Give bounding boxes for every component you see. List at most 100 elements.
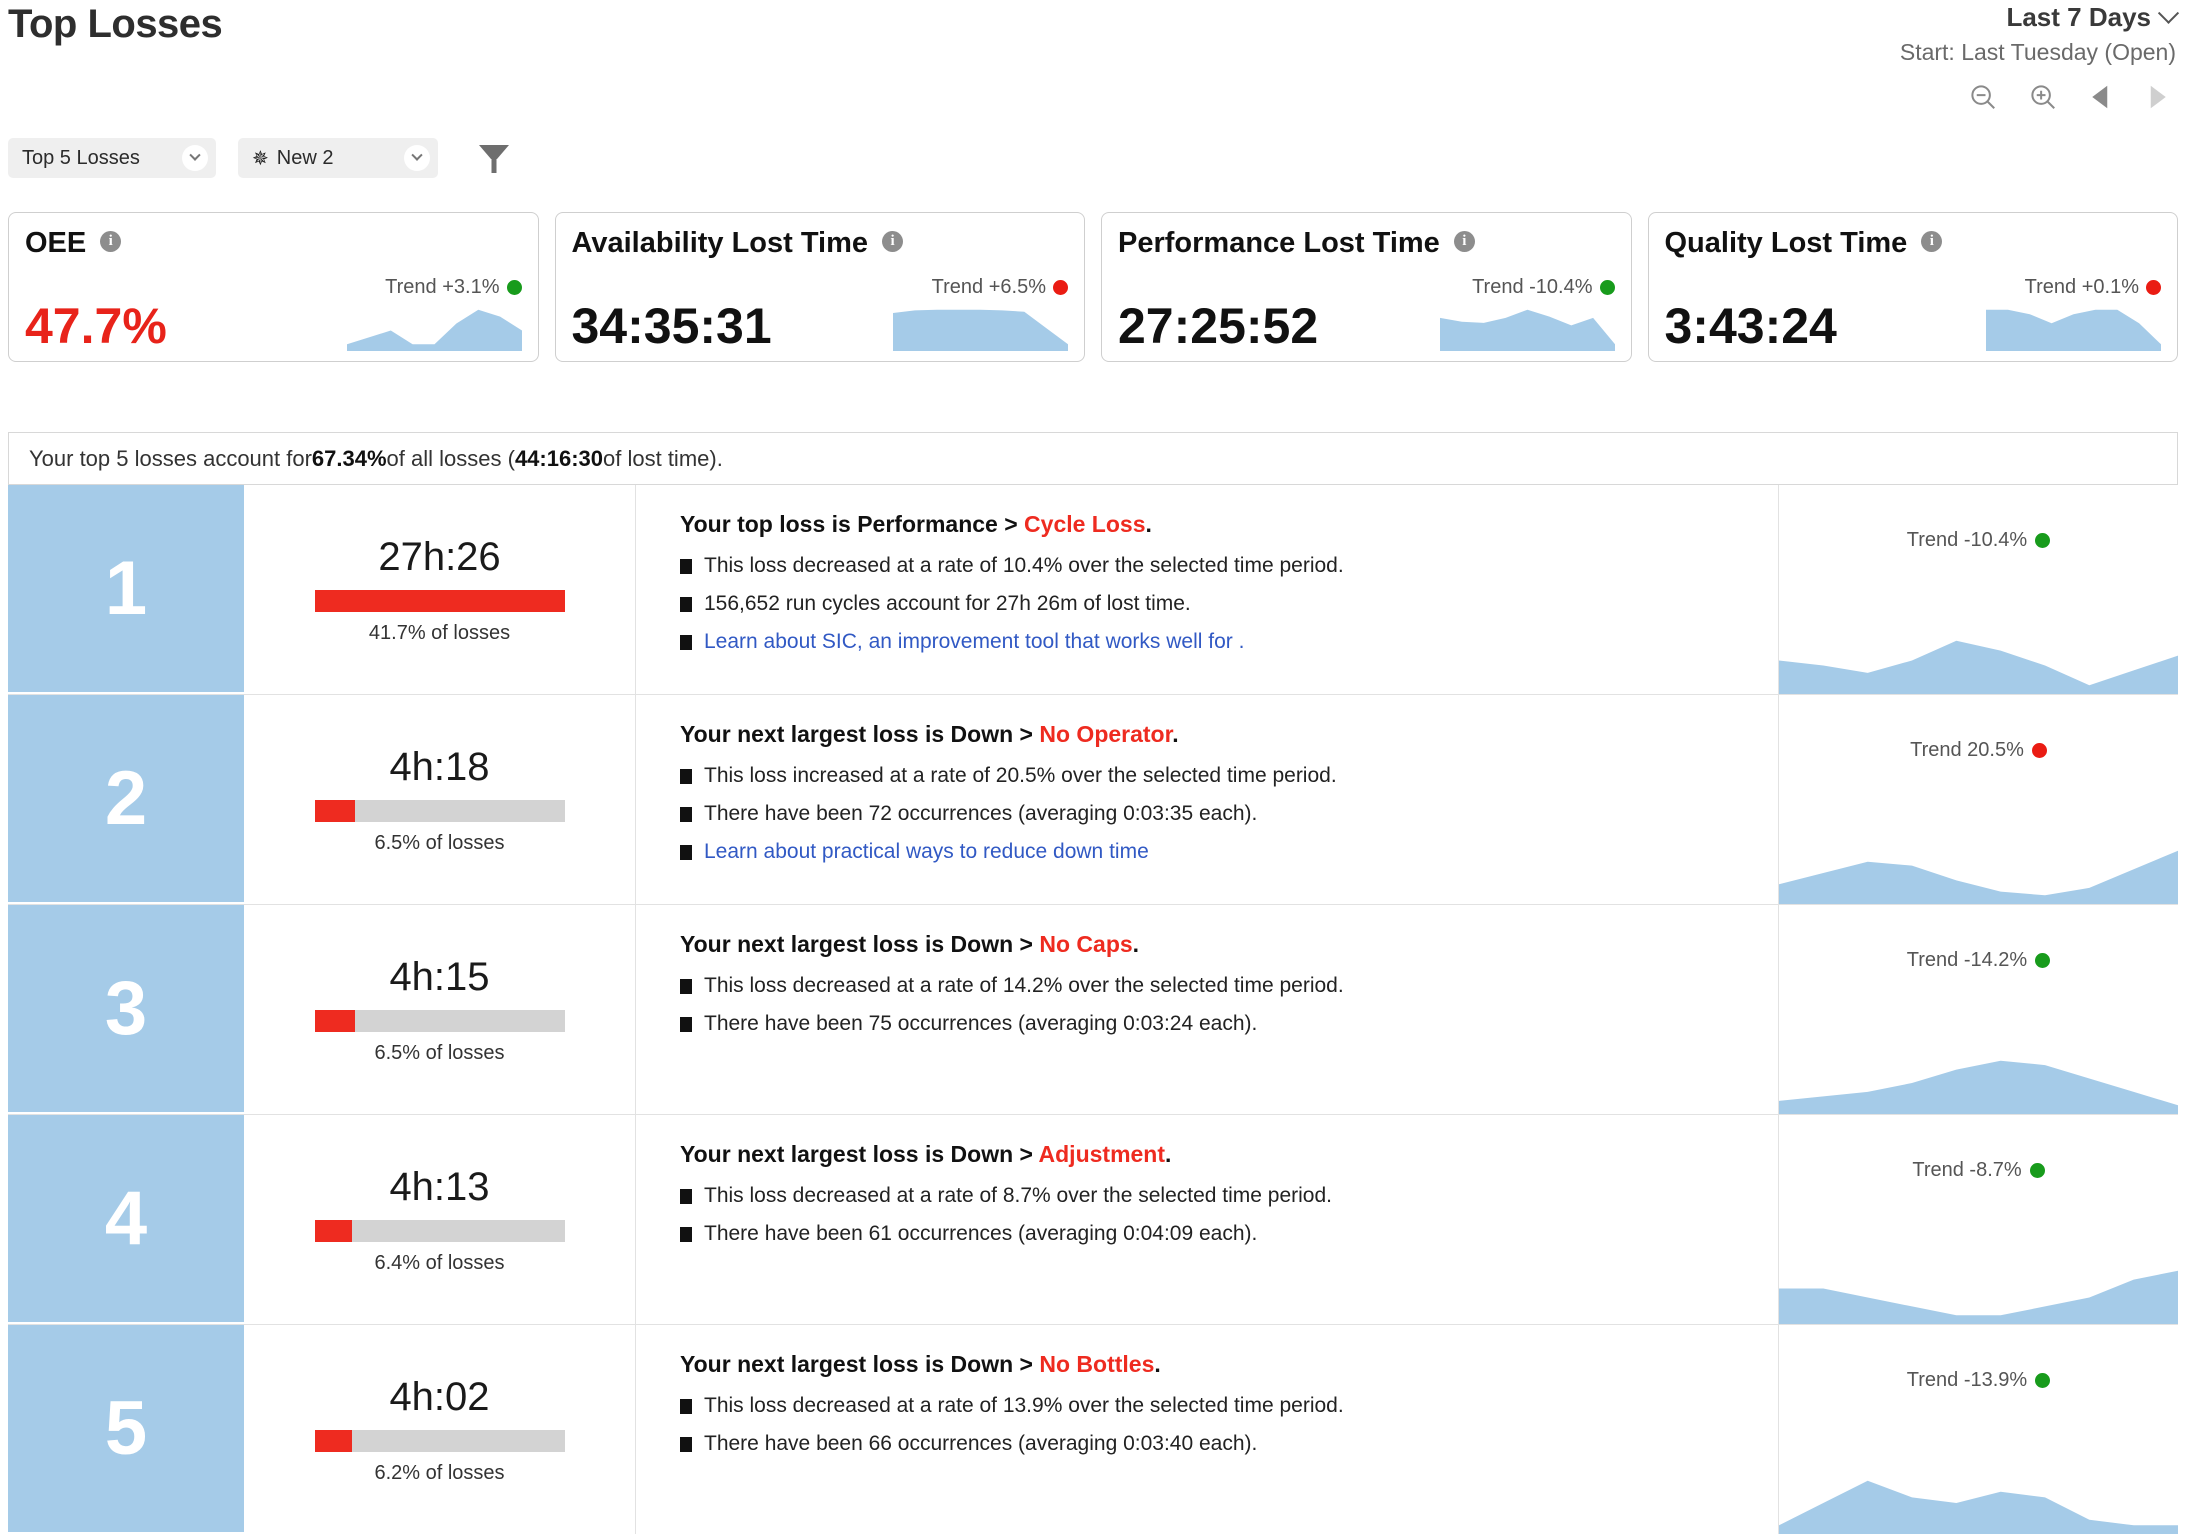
loss-insight-list: This loss decreased at a rate of 8.7% ov… [680,1184,1778,1246]
loss-insight-item: This loss decreased at a rate of 14.2% o… [680,974,1778,998]
kpi-sparkline-wrap: Trend +3.1% [346,276,522,351]
previous-arrow-icon[interactable] [2088,82,2114,112]
loss-metric-cell: 27h:26 41.7% of losses [244,485,636,694]
loss-share-bar [314,1009,565,1032]
loss-description-cell: Your top loss is Performance > Cycle Los… [636,485,1778,694]
loss-rank: 3 [8,905,244,1114]
trend-status-dot [1053,280,1068,295]
loss-insight-text: This loss decreased at a rate of 10.4% o… [704,554,1344,577]
trend-status-dot [2146,280,2161,295]
trend-status-dot [1599,280,1615,295]
loss-trend-sparkline [1779,850,2178,904]
loss-share-label: 6.4% of losses [374,1251,505,1274]
loss-trend-cell: Trend -10.4% [1778,485,2178,694]
loss-headline: Your next largest loss is Down > No Bott… [680,1351,1778,1378]
loss-share-bar-fill [314,1429,352,1452]
date-range-select[interactable]: Last 7 Days [2006,2,2180,33]
loss-insight-list: This loss decreased at a rate of 14.2% o… [680,974,1778,1036]
loss-share-bar [314,589,565,612]
loss-share-label: 6.5% of losses [374,1041,505,1064]
summary-middle: of all losses ( [386,445,515,471]
kpi-sparkline [1439,309,1615,351]
loss-headline-suffix: . [1172,721,1179,747]
bullet-square-icon [680,845,692,860]
kpi-sparkline [1986,309,2161,351]
summary-time: 44:16:30 [514,445,604,471]
kpi-card: OEE i 47.7% Trend +3.1% [8,212,539,362]
loss-row[interactable]: 2 4h:18 6.5% of losses Your next largest lo… [8,694,2178,904]
bullet-square-icon [680,1017,692,1032]
bullet-square-icon [680,559,692,574]
loss-row[interactable]: 1 27h:26 41.7% of losses Your top loss is P… [8,484,2178,694]
loss-trend-cell: Trend -14.2% [1778,905,2178,1114]
bullet-square-icon [680,635,692,650]
loss-trend-sparkline [1779,1060,2178,1114]
loss-rank: 1 [8,485,244,694]
config-select-label-wrap: ✵ New 2 [252,146,333,171]
loss-share-label: 41.7% of losses [368,621,511,644]
loss-insight-link-item[interactable]: Learn about practical ways to reduce dow… [680,840,1778,864]
loss-share-bar [314,799,565,822]
info-icon[interactable]: i [1921,231,1943,252]
trend-status-dot [2031,743,2047,758]
loss-row[interactable]: 3 4h:15 6.5% of losses Your next largest lo… [8,904,2178,1114]
info-icon[interactable]: i [882,231,904,252]
loss-row[interactable]: 5 4h:02 6.2% of losses Your next largest lo… [8,1324,2178,1534]
funnel-icon[interactable] [476,139,512,177]
zoom-in-icon[interactable] [2028,82,2058,112]
loss-insight-item: This loss decreased at a rate of 13.9% o… [680,1394,1778,1418]
loss-description-cell: Your next largest loss is Down > No Oper… [636,695,1778,904]
next-arrow-icon[interactable] [2144,82,2170,112]
loss-headline-suffix: . [1154,1351,1161,1377]
loss-category-name: No Bottles [1039,1351,1155,1377]
loss-insight-list: This loss increased at a rate of 20.5% o… [680,764,1778,864]
trend-status-dot [2035,533,2051,548]
loss-trend-cell: Trend 20.5% [1778,695,2178,904]
kpi-title-text: Quality Lost Time [1664,227,1908,259]
loss-duration: 27h:26 [378,534,501,579]
kpi-trend-text: Trend +6.5% [931,276,1046,298]
loss-insight-link-item[interactable]: Learn about SIC, an improvement tool tha… [680,630,1778,654]
loss-duration: 4h:02 [389,1374,490,1419]
loss-trend-cell: Trend -8.7% [1778,1115,2178,1324]
loss-insight-text: There have been 72 occurrences (averagin… [704,802,1258,825]
losses-table: 1 27h:26 41.7% of losses Your top loss is P… [8,484,2178,1534]
loss-trend-sparkline-wrap [1779,1262,2178,1324]
kpi-sparkline [893,309,1068,351]
losses-summary-bar: Your top 5 losses account for 67.34% of … [8,432,2178,484]
view-select-label: Top 5 Losses [22,146,140,169]
loss-insight-text: 156,652 run cycles account for 27h 26m o… [704,592,1191,615]
loss-category-name: Adjustment [1038,1141,1166,1167]
loss-description-cell: Your next largest loss is Down > No Caps… [636,905,1778,1114]
summary-suffix: of lost time). [603,445,723,471]
zoom-out-icon[interactable] [1968,82,1998,112]
kpi-value: 47.7% [25,298,167,354]
info-icon[interactable]: i [1453,231,1475,252]
loss-trend-label: Trend -8.7% [1779,1159,2178,1182]
loss-share-bar-fill [314,589,565,612]
loss-insight-text: This loss decreased at a rate of 8.7% ov… [704,1184,1333,1207]
loss-headline-suffix: . [1145,511,1152,537]
loss-share-bar-fill [314,799,355,822]
date-range-start-label: Start: Last Tuesday (Open) [1899,39,2176,65]
loss-duration: 4h:15 [389,954,490,999]
info-icon[interactable]: i [100,231,122,252]
kpi-title: Performance Lost Time i [1118,227,1615,260]
loss-share-bar [314,1429,565,1452]
kpi-value: 27:25:52 [1118,298,1319,354]
loss-row[interactable]: 4 4h:13 6.4% of losses Your next largest lo… [8,1114,2178,1324]
date-range-label: Last 7 Days [2006,2,2151,32]
loss-insight-item: There have been 72 occurrences (averagin… [680,802,1778,826]
chevron-down-icon [182,145,208,171]
chevron-down-icon [404,145,430,171]
loss-headline: Your next largest loss is Down > No Oper… [680,721,1778,748]
kpi-title: Quality Lost Time i [1665,227,2162,260]
loss-insight-item: This loss decreased at a rate of 10.4% o… [680,554,1778,578]
loss-trend-text: Trend -13.9% [1906,1369,2028,1391]
kpi-title-text: OEE [25,227,87,259]
loss-insight-text: Learn about SIC, an improvement tool tha… [704,630,1245,653]
loss-rank: 4 [8,1115,244,1324]
loss-headline-prefix: Your next largest loss is Down > [680,721,1040,747]
config-select[interactable]: ✵ New 2 [238,138,438,178]
view-select[interactable]: Top 5 Losses [8,138,216,178]
